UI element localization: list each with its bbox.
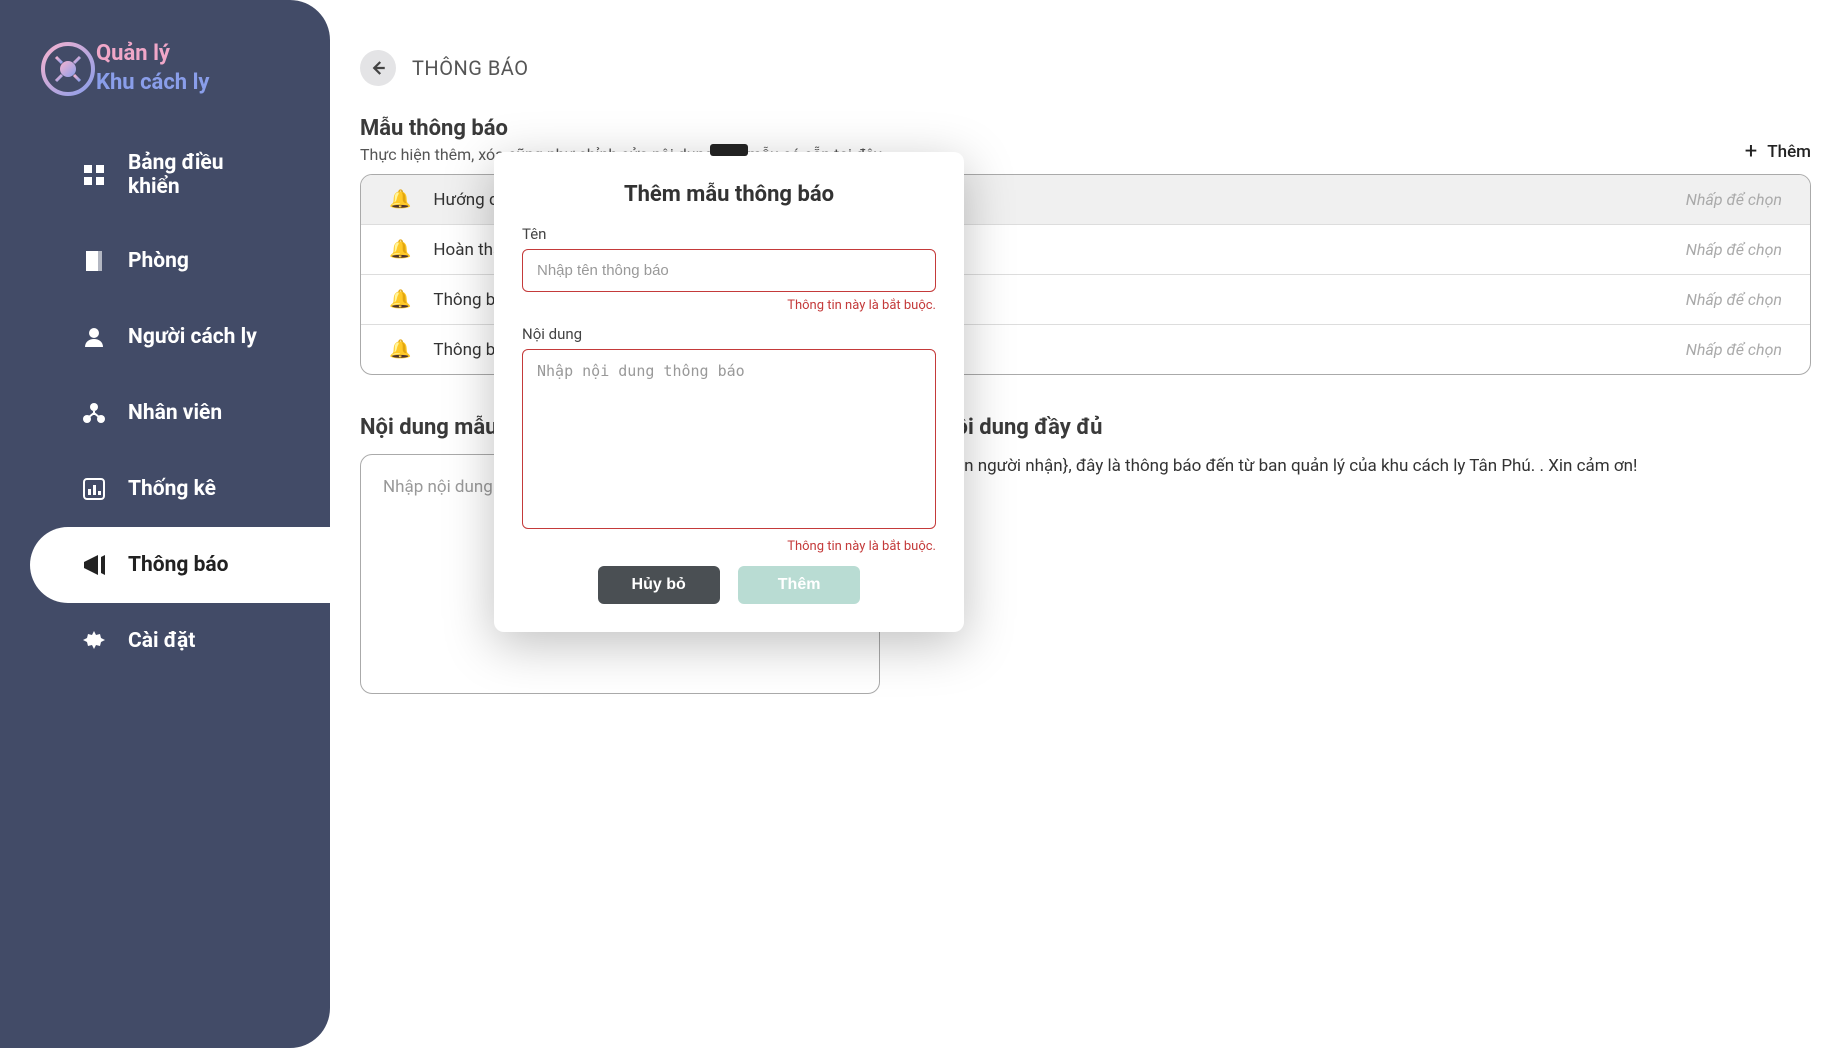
sidebar-item-rooms[interactable]: Phòng: [30, 223, 330, 299]
gear-icon: [80, 627, 108, 655]
list-item-hint: Nhấp để chọn: [1686, 290, 1782, 309]
sidebar-item-staff[interactable]: Nhân viên: [30, 375, 330, 451]
door-icon: [80, 247, 108, 275]
virus-icon: [40, 41, 96, 97]
name-input[interactable]: [522, 249, 936, 292]
dashboard-icon: [80, 161, 108, 189]
sidebar-item-label: Cài đặt: [128, 629, 195, 653]
preview-placeholder: Nhập nội dung: [383, 477, 493, 497]
sidebar-item-notifications[interactable]: Thông báo: [30, 527, 330, 603]
section-title: Mẫu thông báo: [360, 116, 885, 141]
sidebar-item-label: Thông báo: [128, 553, 229, 577]
full-content-text: {Tên người nhận}, đây là thông báo đến t…: [940, 454, 1811, 480]
brand-line2: Khu cách ly: [96, 69, 209, 98]
sidebar-item-label: Nhân viên: [128, 401, 222, 425]
sidebar-item-settings[interactable]: Cài đặt: [30, 603, 330, 679]
sidebar-item-label: Thống kê: [128, 477, 216, 501]
plus-icon: +: [1745, 139, 1757, 164]
sidebar-item-label: Phòng: [128, 249, 189, 273]
content-input[interactable]: [522, 349, 936, 529]
add-template-button[interactable]: + Thêm: [1745, 139, 1811, 164]
page-title: THÔNG BÁO: [412, 56, 528, 80]
content-error: Thông tin này là bắt buộc.: [522, 539, 936, 554]
modal-handle[interactable]: [710, 144, 748, 156]
full-content-title: Nội dung đầy đủ: [940, 415, 1811, 440]
list-item-hint: Nhấp để chọn: [1686, 190, 1782, 209]
modal-title: Thêm mẫu thông báo: [522, 182, 936, 207]
name-error: Thông tin này là bắt buộc.: [522, 298, 936, 313]
team-icon: [80, 399, 108, 427]
sidebar-item-stats[interactable]: Thống kê: [30, 451, 330, 527]
add-label: Thêm: [1767, 142, 1811, 162]
cancel-button[interactable]: Hủy bỏ: [598, 566, 720, 604]
sidebar-item-quarantined[interactable]: Người cách ly: [30, 299, 330, 375]
back-button[interactable]: [360, 50, 396, 86]
brand-line1: Quản lý: [96, 40, 209, 69]
list-item-hint: Nhấp để chọn: [1686, 240, 1782, 259]
submit-button[interactable]: Thêm: [738, 566, 861, 604]
add-template-modal: Thêm mẫu thông báo Tên Thông tin này là …: [494, 152, 964, 632]
sidebar-item-dashboard[interactable]: Bảng điều khiển: [30, 127, 330, 223]
person-icon: [80, 323, 108, 351]
sidebar-item-label: Người cách ly: [128, 325, 257, 349]
content-label: Nội dung: [522, 325, 936, 343]
bell-icon: 🔔: [389, 239, 411, 260]
brand: Quản lý Khu cách ly: [0, 40, 330, 127]
chart-icon: [80, 475, 108, 503]
sidebar-item-label: Bảng điều khiển: [128, 151, 280, 199]
list-item-hint: Nhấp để chọn: [1686, 340, 1782, 359]
bell-icon: 🔔: [389, 189, 411, 210]
megaphone-icon: [80, 551, 108, 579]
bell-icon: 🔔: [389, 339, 411, 360]
name-label: Tên: [522, 225, 936, 243]
sidebar: Quản lý Khu cách ly Bảng điều khiển Phòn…: [0, 0, 330, 1048]
bell-icon: 🔔: [389, 289, 411, 310]
